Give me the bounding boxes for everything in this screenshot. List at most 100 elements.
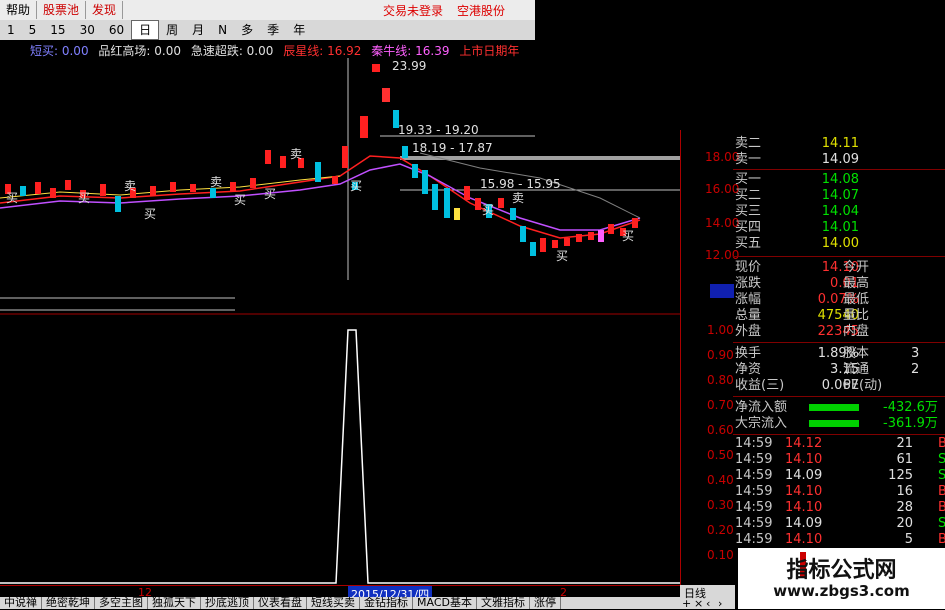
tick-row: 14:59 14.09 125 S xyxy=(735,468,945,483)
ind-tick: 0.10 xyxy=(707,548,734,562)
close-icon[interactable]: × xyxy=(694,597,703,610)
period-15[interactable]: 15 xyxy=(43,20,72,40)
tab-indicator[interactable]: 金钻指标 xyxy=(360,597,413,609)
trade-login-status[interactable]: 交易未登录 xyxy=(383,2,443,19)
quote-now: 现价 14.10 今开 xyxy=(735,260,870,275)
ind-tick: 0.90 xyxy=(707,348,734,362)
ind-tick: 0.70 xyxy=(707,398,734,412)
chevron-right-icon[interactable]: › xyxy=(718,597,722,610)
quote-eps: 收益(三) 0.067 PE(动) xyxy=(735,378,883,393)
tab-indicator[interactable]: 中说禅 xyxy=(0,597,42,609)
tab-indicator[interactable]: MACD基本 xyxy=(413,597,477,609)
ind-star-line: 辰星线: 16.92 xyxy=(283,44,362,58)
period-indicator-area: 日线 + × ‹ › xyxy=(680,585,735,610)
buy-signal: 买 xyxy=(482,203,494,217)
sell-signal: 卖 xyxy=(290,147,302,161)
tab-indicator[interactable]: 文雅指标 xyxy=(477,597,530,609)
menu-help[interactable]: 帮助 xyxy=(0,1,38,19)
ind-tick: 0.30 xyxy=(707,498,734,512)
tick-row: 14:59 14.10 5 B xyxy=(735,532,945,547)
quote-nav: 净资 3.15 流通 2 xyxy=(735,362,920,377)
bid-row: 买四 14.01 xyxy=(735,220,859,235)
buy-signal: 买 xyxy=(350,179,362,193)
ind-magenta: 品红高场: 0.00 xyxy=(98,44,181,58)
ind-short-buy: 短买: 0.00 xyxy=(30,44,89,58)
tab-indicator[interactable]: 绝密乾坤 xyxy=(42,597,95,609)
tab-indicator[interactable]: 仪表看盘 xyxy=(254,597,307,609)
quote-volume: 总量 47540 量比 xyxy=(735,308,870,323)
period-60[interactable]: 60 xyxy=(102,20,131,40)
sell-signal: 卖 xyxy=(210,175,222,189)
flow-block: 大宗流入 -361.9万 xyxy=(735,416,938,431)
ind-qin-line: 秦牛线: 16.39 xyxy=(371,44,450,58)
tick-row: 14:59 14.10 28 B xyxy=(735,500,945,515)
flow-bar xyxy=(809,404,859,411)
tab-indicator[interactable]: 涨停 xyxy=(530,597,561,609)
buy-signal: 买 xyxy=(556,249,568,263)
indicator-readout: 短买: 0.00 品红高场: 0.00 急速超跌: 0.00 辰星线: 16.9… xyxy=(0,42,535,58)
tab-indicator[interactable]: 多空主图 xyxy=(95,597,148,609)
tick-row: 14:59 14.10 16 B xyxy=(735,484,945,499)
buy-signal: 买 xyxy=(6,191,18,205)
quote-outer: 外盘 22345 内盘 xyxy=(735,324,870,339)
watermark-title: 指标公式网 xyxy=(786,558,897,583)
tick-row: 14:59 14.09 20 S xyxy=(735,516,945,531)
peak-label: 23.99 xyxy=(392,59,426,73)
ind-drop: 急速超跌: 0.00 xyxy=(190,44,274,58)
quote-percent: 涨幅 0.07% 最低 xyxy=(735,292,870,307)
watermark-url: www.zbgs3.com xyxy=(773,582,910,600)
flow-bar xyxy=(809,420,859,427)
price-axis: 18.00 16.00 14.00 12.00 1.00 0.90 0.80 0… xyxy=(680,130,739,600)
buy-signal: 买 xyxy=(78,191,90,205)
period-day[interactable]: 日 xyxy=(131,20,160,40)
resistance-label-2: 18.19 - 17.87 xyxy=(412,141,493,155)
buy-signal: 买 xyxy=(144,207,156,221)
indicator-spike-line xyxy=(0,329,680,584)
kline-chart[interactable]: 23.99 19.33 - 19.20 18.19 - 17.87 15.98 … xyxy=(0,58,680,598)
menu-stock-pool[interactable]: 股票池 xyxy=(37,1,87,19)
period-1[interactable]: 1 xyxy=(0,20,22,40)
period-week[interactable]: 周 xyxy=(159,20,185,40)
tab-indicator[interactable]: 抄底逃顶 xyxy=(201,597,254,609)
ind-tick: 0.50 xyxy=(707,448,734,462)
status-area: 交易未登录 空港股份 xyxy=(383,2,535,19)
period-n[interactable]: N xyxy=(211,20,234,40)
blue-marker xyxy=(710,284,734,298)
ind-tick: 0.60 xyxy=(707,423,734,437)
indicator-tabs: 中说禅 绝密乾坤 多空主图 独孤天下 抄底逃顶 仪表看盘 短线买卖 金钻指标 M… xyxy=(0,597,680,609)
sell-signal: 卖 xyxy=(512,191,524,205)
bid-row: 买一 14.08 xyxy=(735,172,859,187)
ind-tick: 0.20 xyxy=(707,523,734,537)
watermark: 指标公式网 www.zbgs3.com xyxy=(738,548,945,609)
resistance-label-1: 19.33 - 19.20 xyxy=(398,123,479,137)
period-5[interactable]: 5 xyxy=(22,20,44,40)
ind-tick: 1.00 xyxy=(707,323,734,337)
bid-row: 买三 14.04 xyxy=(735,204,859,219)
chevron-left-icon[interactable]: ‹ xyxy=(706,597,710,610)
period-multi[interactable]: 多 xyxy=(234,20,260,40)
tick-row: 14:59 14.12 21 B xyxy=(735,436,945,451)
quote-panel: 卖二 14.11 卖一 14.09 买一 14.08 买二 14.07 买三 14.04 … xyxy=(733,136,945,596)
buy-signal: 买 xyxy=(234,193,246,207)
resistance-label-3: 15.98 - 15.95 xyxy=(480,177,561,191)
ind-tick: 0.80 xyxy=(707,373,734,387)
tick-row: 14:59 14.10 61 S xyxy=(735,452,945,467)
period-month[interactable]: 月 xyxy=(185,20,211,40)
tab-indicator[interactable]: 短线买卖 xyxy=(307,597,360,609)
period-quarter[interactable]: 季 xyxy=(260,20,286,40)
flow-net: 净流入额 -432.6万 xyxy=(735,400,938,415)
tab-indicator[interactable]: 独孤天下 xyxy=(148,597,201,609)
period-30[interactable]: 30 xyxy=(73,20,102,40)
sell-signal: 卖 xyxy=(124,179,136,193)
ask-row: 卖一 14.09 xyxy=(735,152,859,167)
period-bar: 1 5 15 30 60 日 周 月 N 多 季 年 xyxy=(0,20,535,40)
add-icon[interactable]: + xyxy=(682,597,691,610)
buy-signal: 买 xyxy=(264,187,276,201)
menu-discover[interactable]: 发现 xyxy=(86,1,124,19)
ind-tick: 0.40 xyxy=(707,473,734,487)
bid-row: 买二 14.07 xyxy=(735,188,859,203)
ind-listing-year: 上市日期年 xyxy=(459,44,520,58)
bid-row: 买五 14.00 xyxy=(735,236,859,251)
quote-turnover: 换手 1.89% 股本 3 xyxy=(735,346,920,361)
period-year[interactable]: 年 xyxy=(286,20,312,40)
